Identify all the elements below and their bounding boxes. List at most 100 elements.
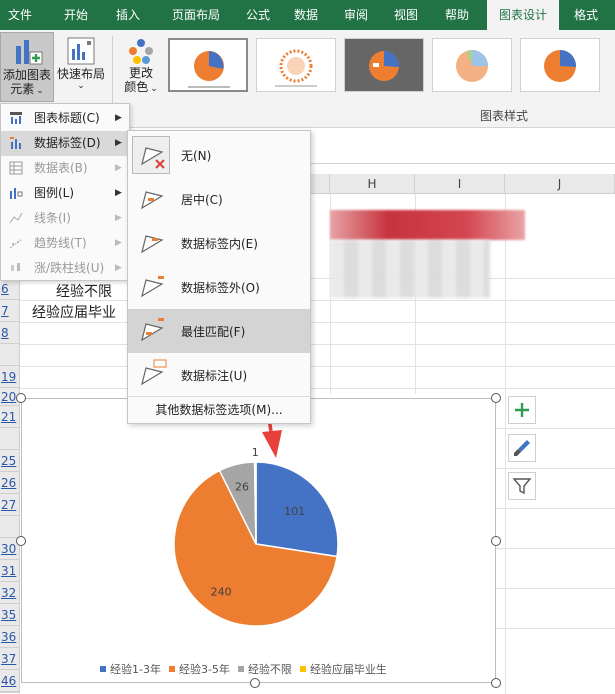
chart-legend[interactable]: 经验1-3年 经验3-5年 经验不限 经验应届毕业生 [92, 661, 387, 677]
row-header[interactable]: 37 [0, 648, 20, 670]
resize-handle[interactable] [250, 678, 260, 688]
trendline-icon [9, 238, 23, 249]
legend-swatch [100, 666, 106, 672]
tab-review[interactable]: 审阅 [334, 0, 378, 30]
add-chart-element-button[interactable]: 添加图表 元素 ⌄ [0, 32, 54, 102]
legend-entry[interactable]: 经验1-3年 [110, 663, 161, 676]
chart-styles-button[interactable] [508, 434, 536, 462]
label-none-icon [132, 136, 170, 174]
row-header[interactable] [0, 428, 20, 450]
row-header[interactable]: 27 [0, 494, 20, 516]
row-header[interactable]: 7 [0, 300, 20, 322]
column-header-h[interactable]: H [330, 174, 415, 194]
row-header[interactable]: 26 [0, 472, 20, 494]
add-chart-element-line2: 元素 [10, 82, 35, 96]
row-header[interactable]: 19 [0, 366, 20, 388]
resize-handle[interactable] [491, 393, 501, 403]
pie-chart[interactable]: 101 240 26 1 经验1-3年 经验3-5年 经验不限 经验应届毕业生 [21, 398, 496, 683]
menu-item-chart-title[interactable]: 图表标题(C) ▶ [1, 106, 129, 131]
chevron-right-icon: ▶ [115, 238, 122, 248]
row-header[interactable]: 8 [0, 322, 20, 344]
row-header[interactable] [0, 516, 20, 538]
data-table-icon [9, 161, 23, 175]
chart-style-3[interactable] [344, 38, 424, 92]
chevron-right-icon: ▶ [115, 113, 122, 123]
menu-item-label: 最佳匹配(F) [181, 325, 246, 339]
legend-entry[interactable]: 经验不限 [248, 663, 292, 676]
tab-file[interactable]: 文件 [0, 0, 40, 30]
row-header[interactable]: 6 [0, 278, 20, 300]
data-labels-icon [10, 137, 21, 149]
legend-icon [10, 188, 23, 199]
chart-style-2[interactable] [256, 38, 336, 92]
tab-formulas[interactable]: 公式 [236, 0, 280, 30]
column-header-i[interactable]: I [415, 174, 505, 194]
row-header[interactable]: 32 [0, 582, 20, 604]
resize-handle[interactable] [491, 536, 501, 546]
menu-item-legend[interactable]: 图例(L) ▶ [1, 181, 129, 206]
legend-entry[interactable]: 经验3-5年 [179, 663, 230, 676]
resize-handle[interactable] [16, 393, 26, 403]
pie-plot: 101 240 26 1 [173, 446, 339, 627]
row-header[interactable]: 21 [0, 406, 20, 428]
tab-data[interactable]: 数据 [284, 0, 328, 30]
menu-item-label: 图例(L) [34, 186, 75, 200]
menu-item-label-best-fit[interactable]: 最佳匹配(F) [128, 309, 310, 353]
row-header[interactable]: 36 [0, 626, 20, 648]
legend-swatch [168, 666, 175, 672]
legend-entry[interactable]: 经验应届毕业生 [310, 663, 387, 676]
chart-elements-button[interactable] [508, 396, 536, 424]
menu-item-label-callout[interactable]: 数据标注(U) [128, 353, 310, 397]
tab-format[interactable]: 格式 [562, 0, 610, 30]
obscured-content [330, 240, 490, 298]
palette-icon [129, 39, 153, 64]
lines-icon [9, 212, 23, 224]
data-label[interactable]: 240 [211, 586, 232, 599]
row-header[interactable]: 25 [0, 450, 20, 472]
menu-item-data-labels[interactable]: 数据标签(D) ▶ [1, 131, 129, 156]
row-header[interactable] [0, 344, 20, 366]
menu-item-label-inside-end[interactable]: 数据标签内(E) [128, 221, 310, 265]
chart-style-5[interactable] [520, 38, 600, 92]
menu-item-label-outside-end[interactable]: 数据标签外(O) [128, 265, 310, 309]
tab-view[interactable]: 视图 [384, 0, 428, 30]
add-chart-element-line1: 添加图表 [2, 68, 51, 82]
quick-layout-button[interactable]: 快速布局 ⌄ [55, 32, 107, 102]
menu-item-label-center[interactable]: 居中(C) [128, 177, 310, 221]
menu-item-label: 数据表(B) [34, 161, 88, 175]
data-label[interactable]: 1 [252, 446, 259, 459]
change-colors-button[interactable]: 更改 颜色 ⌄ [117, 32, 165, 104]
tab-help[interactable]: 帮助 [434, 0, 480, 30]
menu-item-label: 趋势线(T) [34, 236, 87, 250]
row-header[interactable]: 31 [0, 560, 20, 582]
menu-item-label-none[interactable]: 无(N) [128, 133, 310, 177]
chart-style-1[interactable] [168, 38, 248, 92]
column-header-j[interactable]: J [505, 174, 615, 194]
pie-style-thumbnail-icon [369, 50, 400, 81]
chart-style-4[interactable] [432, 38, 512, 92]
tab-page-layout[interactable]: 页面布局 [158, 0, 234, 30]
resize-handle[interactable] [16, 536, 26, 546]
chart-filters-button[interactable] [508, 472, 536, 500]
chevron-right-icon: ▶ [115, 138, 122, 148]
chevron-down-icon: ⌄ [36, 86, 44, 96]
resize-handle[interactable] [491, 678, 501, 688]
cell-text[interactable]: 经验不限 [56, 281, 112, 301]
data-label[interactable]: 101 [284, 505, 305, 518]
data-label[interactable]: 26 [235, 481, 249, 494]
tab-chart-design[interactable]: 图表设计 [487, 0, 559, 30]
menu-item-label: 图表标题(C) [34, 111, 100, 125]
cell-text[interactable]: 经验应届毕业 [32, 302, 116, 322]
more-data-label-options[interactable]: 其他数据标签选项(M)... [128, 399, 310, 421]
row-header[interactable]: 35 [0, 604, 20, 626]
chevron-right-icon: ▶ [115, 213, 122, 223]
ribbon-tab-bar: 文件 开始 插入 页面布局 公式 数据 审阅 视图 帮助 图表设计 格式 [0, 0, 615, 30]
quick-layout-label: 快速布局 [56, 67, 105, 81]
menu-item-label: 涨/跌柱线(U) [34, 261, 105, 275]
menu-item-lines: 线条(I) ▶ [1, 206, 129, 231]
row-header[interactable]: 46 [0, 670, 20, 692]
tab-insert[interactable]: 插入 [104, 0, 152, 30]
tab-home[interactable]: 开始 [52, 0, 100, 30]
label-outside-end-icon [141, 276, 164, 298]
menu-item-label: 数据标签内(E) [181, 237, 258, 251]
